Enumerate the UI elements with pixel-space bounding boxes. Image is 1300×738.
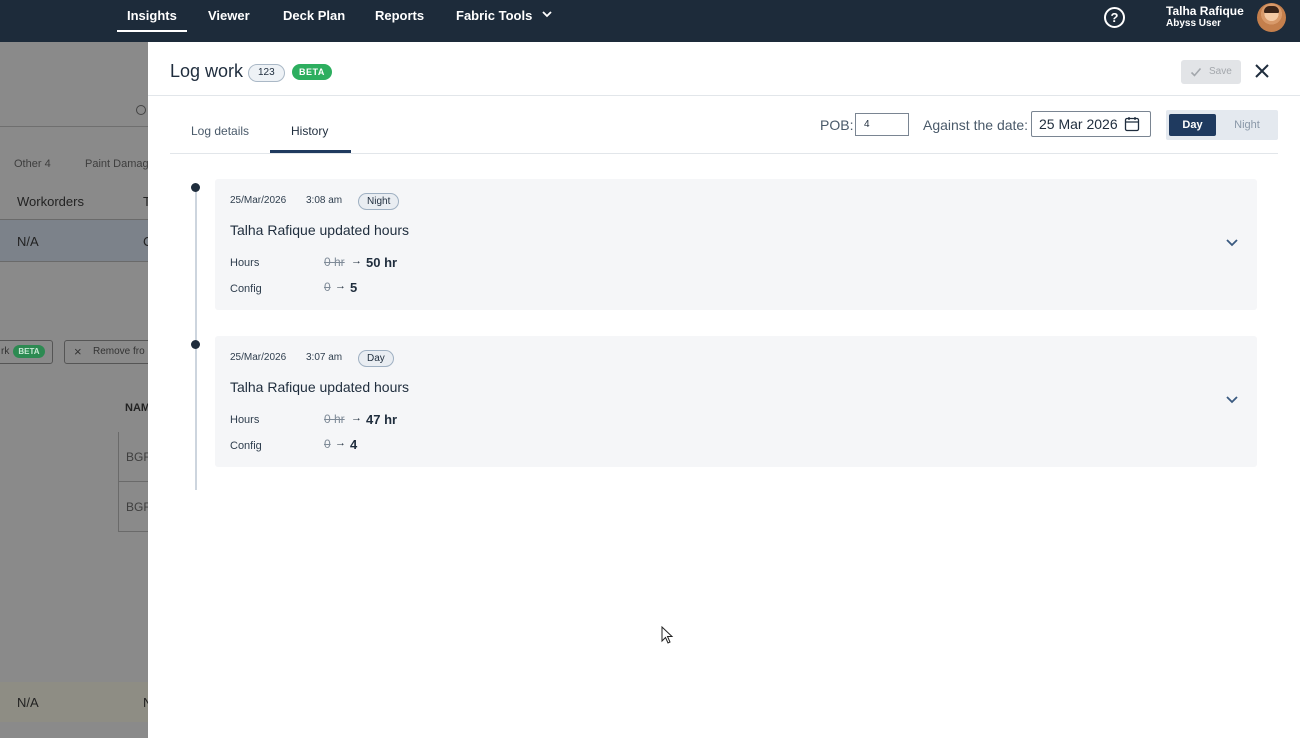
calendar-icon[interactable] bbox=[1124, 116, 1140, 132]
new-value: 50 hr bbox=[366, 255, 398, 270]
top-nav: Insights Viewer Deck Plan Reports Fabric… bbox=[0, 0, 1300, 42]
entry-date: 25/Mar/2026 bbox=[230, 352, 287, 363]
date-label: Against the date: bbox=[923, 117, 1029, 133]
drawer-title: Log work bbox=[170, 61, 244, 81]
new-value: 47 hr bbox=[366, 412, 398, 427]
shift-night-button[interactable]: Night bbox=[1222, 114, 1272, 136]
nav-fabric-tools[interactable]: Fabric Tools bbox=[456, 0, 532, 42]
bg-log-work-label: rk bbox=[1, 346, 10, 357]
change-label-config: Config bbox=[230, 440, 262, 452]
old-value: 0 bbox=[324, 280, 331, 294]
timeline-dot bbox=[191, 183, 200, 192]
tab-history[interactable]: History bbox=[291, 124, 328, 138]
nav-reports[interactable]: Reports bbox=[375, 0, 424, 42]
bg-cell-2: BGF bbox=[118, 482, 148, 532]
bg-filter-other: Other 4 bbox=[14, 158, 51, 170]
shift-day-button[interactable]: Day bbox=[1169, 114, 1216, 136]
history-entry[interactable]: 25/Mar/2026 3:07 am Day Talha Rafique up… bbox=[215, 336, 1257, 467]
old-value: 0 hr bbox=[324, 412, 345, 426]
change-label-hours: Hours bbox=[230, 257, 260, 269]
bg-cell-1: BGF bbox=[118, 432, 148, 482]
date-value: 25 Mar 2026 bbox=[1039, 116, 1118, 132]
save-label: Save bbox=[1209, 66, 1232, 77]
history-entry[interactable]: 25/Mar/2026 3:08 am Night Talha Rafique … bbox=[215, 179, 1257, 310]
bg-table-row: N/A C bbox=[0, 220, 148, 262]
bg-table-header: Workorders T bbox=[0, 182, 148, 220]
timeline-dot bbox=[191, 340, 200, 349]
new-value: 4 bbox=[350, 437, 358, 452]
bg-col-workorders: Workorders bbox=[17, 194, 84, 209]
close-icon[interactable] bbox=[1254, 63, 1270, 79]
bg-bottom-na: N/A bbox=[17, 695, 39, 710]
nav-insights[interactable]: Insights bbox=[117, 0, 187, 42]
arrow-icon: → bbox=[351, 412, 362, 424]
chevron-down-icon[interactable] bbox=[1225, 238, 1239, 248]
tab-log-details[interactable]: Log details bbox=[191, 124, 249, 138]
check-icon bbox=[1190, 67, 1202, 77]
user-name: Talha Rafique bbox=[1166, 4, 1244, 18]
bg-col-name: NAM bbox=[125, 402, 148, 414]
help-icon[interactable]: ? bbox=[1104, 7, 1125, 28]
arrow-icon: → bbox=[335, 280, 346, 292]
entry-title: Talha Rafique updated hours bbox=[230, 379, 410, 395]
bg-bottom-row: N/A N bbox=[0, 682, 148, 722]
entry-title: Talha Rafique updated hours bbox=[230, 222, 410, 238]
bg-log-work-button: rk BETA bbox=[0, 340, 53, 364]
avatar[interactable] bbox=[1257, 3, 1286, 32]
log-work-drawer: Log work 123 BETA Save Log details Histo… bbox=[148, 42, 1300, 738]
pob-label: POB: bbox=[820, 117, 854, 133]
bg-beta-badge: BETA bbox=[13, 345, 45, 358]
old-value: 0 bbox=[324, 437, 331, 451]
count-badge: 123 bbox=[248, 64, 285, 82]
save-button[interactable]: Save bbox=[1181, 60, 1241, 84]
entry-time: 3:07 am bbox=[306, 352, 343, 363]
tabs-divider bbox=[170, 153, 1278, 154]
close-icon: × bbox=[74, 344, 82, 359]
bg-cell-1-text: BGF bbox=[126, 450, 148, 464]
date-picker[interactable]: 25 Mar 2026 bbox=[1031, 111, 1151, 137]
user-role: Abyss User bbox=[1166, 18, 1222, 29]
change-label-hours: Hours bbox=[230, 414, 260, 426]
beta-badge: BETA bbox=[292, 64, 332, 80]
bg-remove-label: Remove fro bbox=[93, 346, 145, 357]
bg-cell-na: N/A bbox=[17, 234, 39, 249]
header-divider bbox=[148, 95, 1300, 96]
pob-input[interactable] bbox=[855, 113, 909, 136]
timeline-line bbox=[195, 187, 197, 490]
cursor-icon bbox=[661, 626, 674, 644]
old-value: 0 hr bbox=[324, 255, 345, 269]
bg-filter-paint: Paint Damag bbox=[85, 158, 148, 170]
entry-date: 25/Mar/2026 bbox=[230, 195, 287, 206]
bg-remove-button: × Remove fro bbox=[64, 340, 148, 364]
chevron-down-icon[interactable] bbox=[541, 8, 553, 20]
chevron-down-icon[interactable] bbox=[1225, 395, 1239, 405]
nav-viewer[interactable]: Viewer bbox=[208, 0, 250, 42]
arrow-icon: → bbox=[351, 255, 362, 267]
search-icon bbox=[136, 105, 146, 115]
arrow-icon: → bbox=[335, 437, 346, 449]
background-search-field bbox=[0, 97, 148, 127]
new-value: 5 bbox=[350, 280, 358, 295]
shift-badge: Day bbox=[358, 350, 394, 367]
nav-deck-plan[interactable]: Deck Plan bbox=[283, 0, 345, 42]
shift-badge: Night bbox=[358, 193, 400, 210]
entry-time: 3:08 am bbox=[306, 195, 343, 206]
bg-cell-2-text: BGF bbox=[126, 500, 148, 514]
change-label-config: Config bbox=[230, 283, 262, 295]
background-page-overlay[interactable]: Other 4 Paint Damag Workorders T N/A C r… bbox=[0, 42, 148, 738]
shift-toggle: Day Night bbox=[1166, 110, 1278, 140]
